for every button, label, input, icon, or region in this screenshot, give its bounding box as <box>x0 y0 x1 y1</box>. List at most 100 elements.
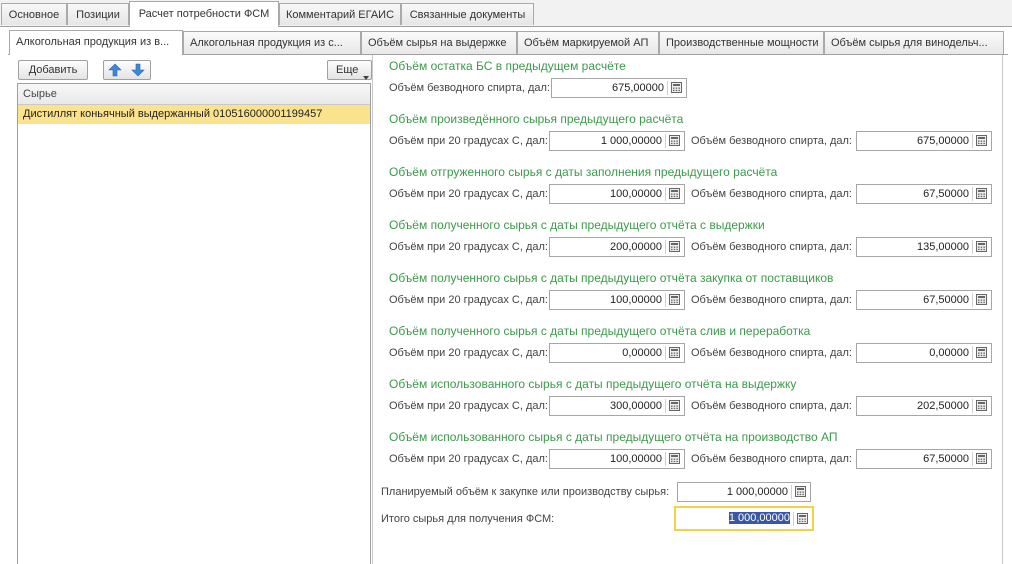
abs-alcohol-field[interactable]: 675,00000 <box>551 78 687 98</box>
section-title: Объём остатка БС в предыдущем расчёте <box>389 59 626 73</box>
abs-alcohol-label: Объём безводного спирта, дал: <box>389 82 550 94</box>
abs-alcohol-field[interactable]: 67,50000 <box>856 449 992 469</box>
vol-20c-field[interactable]: 200,00000 <box>549 237 685 257</box>
abs-alcohol-label: Объём безводного спирта, дал: <box>691 453 852 465</box>
abs-alcohol-field-value: 202,50000 <box>917 400 969 412</box>
section-title: Объём полученного сырья с даты предыдуще… <box>389 271 834 285</box>
vol-20c-field[interactable]: 100,00000 <box>549 184 685 204</box>
abs-alcohol-label: Объём безводного спирта, дал: <box>691 241 852 253</box>
calculator-icon[interactable] <box>665 399 682 413</box>
abs-alcohol-field[interactable]: 67,50000 <box>856 184 992 204</box>
arrow-up-icon[interactable] <box>107 63 123 83</box>
abs-alcohol-field-value: 0,00000 <box>929 347 969 359</box>
subtab-wine-raw[interactable]: Объём сырья для винодельч... <box>824 31 1004 54</box>
abs-alcohol-field-value: 675,00000 <box>612 82 664 94</box>
panel-splitter[interactable] <box>372 55 373 564</box>
abs-alcohol-field-value: 675,00000 <box>917 135 969 147</box>
vol-20c-field[interactable]: 300,00000 <box>549 396 685 416</box>
sub-tab-bar: Алкогольная продукция из в... Алкогольна… <box>8 30 1008 55</box>
panel-border <box>1002 55 1003 564</box>
subtab-marked-volume[interactable]: Объём маркируемой АП <box>517 31 659 54</box>
subtab-aging-volume[interactable]: Объём сырья на выдержке <box>361 31 517 54</box>
calculator-icon[interactable] <box>972 346 989 360</box>
calculator-icon[interactable] <box>972 399 989 413</box>
subtab-alc-from-raw[interactable]: Алкогольная продукция из с... <box>183 31 361 54</box>
vol-20c-label: Объём при 20 градусах С, дал: <box>389 400 548 412</box>
abs-alcohol-label: Объём безводного спирта, дал: <box>691 400 852 412</box>
vol-20c-field[interactable]: 1 000,00000 <box>549 131 685 151</box>
section-title: Объём полученного сырья с даты предыдуще… <box>389 218 765 232</box>
vol-20c-field-value: 100,00000 <box>610 453 662 465</box>
top-tab-bar: Основное Позиции Расчет потребности ФСМ … <box>0 0 1012 27</box>
vol-20c-label: Объём при 20 градусах С, дал: <box>389 188 548 200</box>
move-buttons <box>103 60 151 80</box>
abs-alcohol-label: Объём безводного спирта, дал: <box>691 294 852 306</box>
calculator-icon[interactable] <box>972 240 989 254</box>
vol-20c-label: Объём при 20 градусах С, дал: <box>389 241 548 253</box>
calculator-icon[interactable] <box>791 485 808 499</box>
section-title: Объём использованного сырья с даты преды… <box>389 430 838 444</box>
arrow-down-icon[interactable] <box>130 63 146 83</box>
vol-20c-field[interactable]: 0,00000 <box>549 343 685 363</box>
calculator-icon[interactable] <box>972 187 989 201</box>
section-title: Объём полученного сырья с даты предыдуще… <box>389 324 811 338</box>
planned-volume-label: Планируемый объём к закупке или производ… <box>381 486 670 498</box>
abs-alcohol-field[interactable]: 67,50000 <box>856 290 992 310</box>
vol-20c-field-value: 300,00000 <box>610 400 662 412</box>
abs-alcohol-field-value: 67,50000 <box>923 453 969 465</box>
abs-alcohol-label: Объём безводного спирта, дал: <box>691 347 852 359</box>
abs-alcohol-label: Объём безводного спирта, дал: <box>691 135 852 147</box>
vol-20c-field[interactable]: 100,00000 <box>549 449 685 469</box>
more-label: Еще <box>336 64 359 76</box>
calculator-icon[interactable] <box>972 452 989 466</box>
add-button[interactable]: Добавить <box>18 60 88 80</box>
calculator-icon[interactable] <box>665 452 682 466</box>
total-raw-label: Итого сырья для получения ФСМ: <box>381 513 555 525</box>
planned-volume-field[interactable]: 1 000,00000 <box>677 482 811 502</box>
list-item[interactable]: Дистиллят коньячный выдержанный 01051600… <box>18 105 370 124</box>
calculator-icon[interactable] <box>972 293 989 307</box>
vol-20c-label: Объём при 20 градусах С, дал: <box>389 135 548 147</box>
calculator-icon[interactable] <box>665 240 682 254</box>
section-title: Объём произведённого сырья предыдущего р… <box>389 112 684 126</box>
vol-20c-label: Объём при 20 градусах С, дал: <box>389 453 548 465</box>
vol-20c-field[interactable]: 100,00000 <box>549 290 685 310</box>
vol-20c-field-value: 100,00000 <box>610 294 662 306</box>
total-raw-field[interactable]: 1 000,00000 <box>674 506 814 531</box>
subtab-alc-from-aged[interactable]: Алкогольная продукция из в... <box>9 30 183 55</box>
list-header[interactable]: Сырье <box>18 84 370 105</box>
abs-alcohol-label: Объём безводного спирта, дал: <box>691 188 852 200</box>
calculator-icon[interactable] <box>665 187 682 201</box>
abs-alcohol-field[interactable]: 202,50000 <box>856 396 992 416</box>
tab-fsm-calc[interactable]: Расчет потребности ФСМ <box>129 1 279 27</box>
vol-20c-field-value: 0,00000 <box>622 347 662 359</box>
calculator-icon[interactable] <box>793 512 810 526</box>
vol-20c-field-value: 100,00000 <box>610 188 662 200</box>
total-raw-value: 1 000,00000 <box>728 512 790 524</box>
subtab-capacity[interactable]: Производственные мощности <box>659 31 824 54</box>
more-button[interactable]: Еще <box>327 60 372 80</box>
calculator-icon[interactable] <box>665 346 682 360</box>
calculator-icon[interactable] <box>972 134 989 148</box>
vol-20c-field-value: 1 000,00000 <box>600 135 662 147</box>
section-title: Объём отгруженного сырья с даты заполнен… <box>389 165 778 179</box>
abs-alcohol-field-value: 67,50000 <box>923 188 969 200</box>
tab-linked-docs[interactable]: Связанные документы <box>401 3 534 25</box>
tab-main[interactable]: Основное <box>1 3 67 25</box>
abs-alcohol-field-value: 67,50000 <box>923 294 969 306</box>
calculator-icon[interactable] <box>665 134 682 148</box>
planned-volume-value: 1 000,00000 <box>726 486 788 498</box>
calculator-icon[interactable] <box>667 81 684 95</box>
abs-alcohol-field[interactable]: 0,00000 <box>856 343 992 363</box>
section-title: Объём использованного сырья с даты преды… <box>389 377 797 391</box>
raw-material-list: Сырье Дистиллят коньячный выдержанный 01… <box>17 83 371 564</box>
vol-20c-field-value: 200,00000 <box>610 241 662 253</box>
abs-alcohol-field[interactable]: 675,00000 <box>856 131 992 151</box>
tab-positions[interactable]: Позиции <box>67 3 129 25</box>
tab-egais-comment[interactable]: Комментарий ЕГАИС <box>279 3 401 25</box>
calculator-icon[interactable] <box>665 293 682 307</box>
abs-alcohol-field[interactable]: 135,00000 <box>856 237 992 257</box>
vol-20c-label: Объём при 20 градусах С, дал: <box>389 347 548 359</box>
vol-20c-label: Объём при 20 градусах С, дал: <box>389 294 548 306</box>
abs-alcohol-field-value: 135,00000 <box>917 241 969 253</box>
